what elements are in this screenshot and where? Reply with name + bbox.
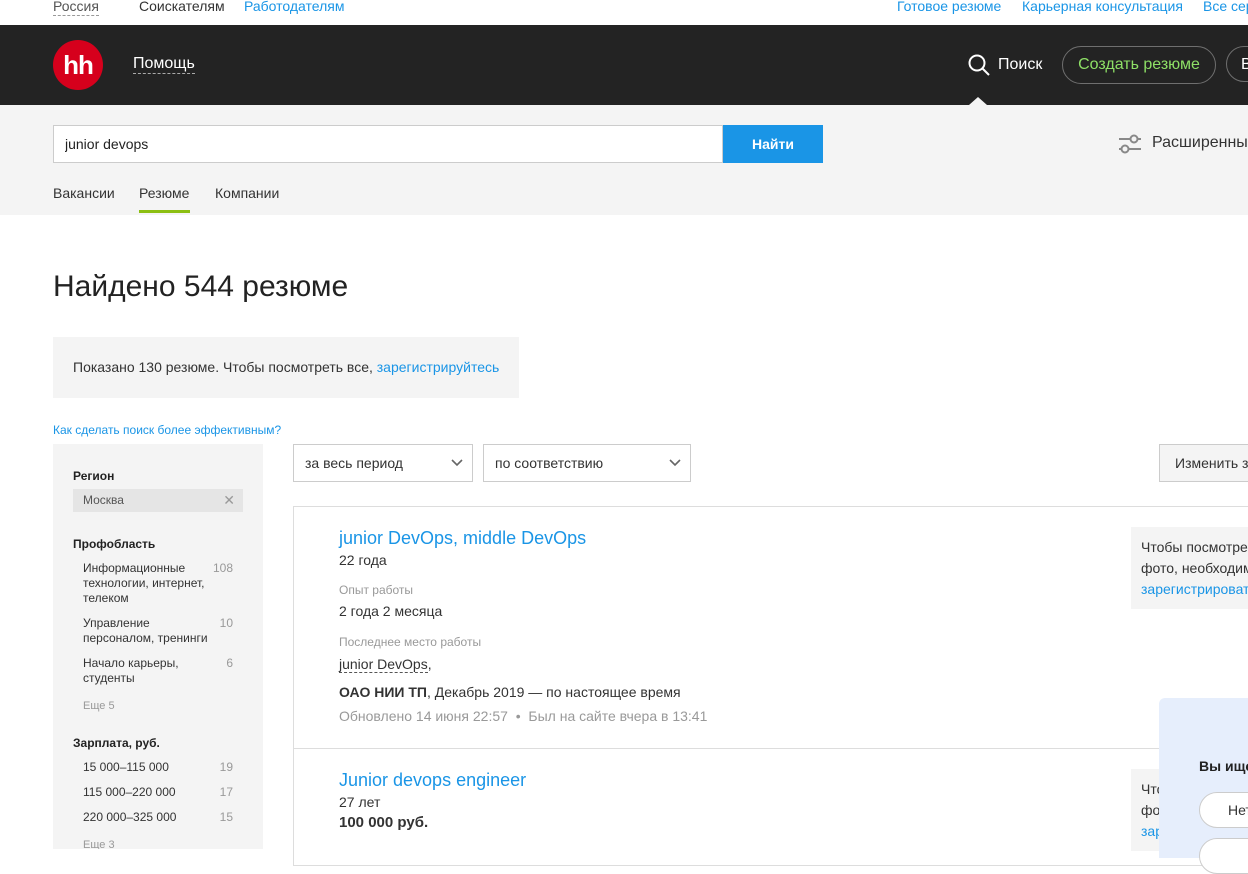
job-search-popup: Вы ище Нет (1159, 698, 1248, 874)
advanced-search-link[interactable]: Расширенны (1118, 131, 1248, 155)
tab-vacancies[interactable]: Вакансии (53, 184, 115, 202)
advanced-search-label: Расширенны (1152, 134, 1248, 151)
results-count-title: Найдено 544 резюме (53, 270, 349, 303)
career-consult-link[interactable]: Карьерная консультация (1022, 0, 1183, 15)
register-link[interactable]: зарегистрируйтесь (377, 359, 500, 375)
region-selector[interactable]: Россия (53, 0, 99, 16)
resume-meta: Обновлено 14 июня 22:57 • Был на сайте в… (339, 708, 708, 724)
resume-title-link[interactable]: Junior devops engineer (339, 769, 526, 791)
help-link[interactable]: Помощь (133, 55, 195, 74)
sort-dropdown[interactable]: по соответствию (483, 444, 691, 482)
salary-more-link[interactable]: Еще 3 (83, 839, 115, 849)
experience-label: Опыт работы (339, 583, 414, 597)
photo-note-line: Чтобы посмотре (1141, 539, 1248, 555)
period-dropdown-value: за весь период (305, 455, 403, 471)
region-filter-title: Регион (73, 469, 115, 483)
resume-salary: 100 000 руб. (339, 814, 429, 831)
salary-item-count: 17 (219, 785, 233, 799)
main-header: hh Помощь Поиск Создать резюме В (0, 25, 1248, 105)
region-chip-label: Москва (83, 493, 124, 507)
search-panel: Найти Расширенны Вакансии Резюме Компани… (0, 105, 1248, 215)
resume-age: 22 года (339, 552, 387, 568)
prof-filter-title: Профобласть (73, 537, 156, 551)
last-job-position: junior DevOps, (339, 656, 432, 673)
sliders-icon (1119, 134, 1141, 154)
registration-notice: Показано 130 резюме. Чтобы посмотреть вс… (53, 337, 519, 398)
all-services-link[interactable]: Все сер (1203, 0, 1248, 15)
seekers-link[interactable]: Соискателям (139, 0, 225, 15)
results-divider (293, 748, 1248, 749)
prof-item[interactable]: Информационные технологии, интернет, тел… (83, 561, 213, 606)
tab-companies[interactable]: Компании (215, 184, 279, 202)
resume-age: 27 лет (339, 794, 381, 810)
resume-title-link[interactable]: junior DevOps, middle DevOps (339, 527, 586, 549)
create-resume-button[interactable]: Создать резюме (1062, 46, 1216, 84)
salary-item[interactable]: 15 000–115 000 (83, 760, 213, 775)
employment-period: , Декабрь 2019 — по настоящее время (427, 684, 681, 700)
login-button[interactable]: В (1226, 46, 1248, 82)
ready-resume-link[interactable]: Готовое резюме (897, 0, 1001, 15)
prof-item-count: 10 (219, 616, 233, 630)
search-input[interactable] (53, 125, 723, 163)
salary-item[interactable]: 115 000–220 000 (83, 785, 213, 800)
register-link[interactable]: зарегистрироват (1141, 579, 1248, 600)
company-name: ОАО НИИ ТП (339, 684, 427, 700)
last-job-label: Последнее место работы (339, 635, 482, 649)
prof-item[interactable]: Управление персоналом, тренинги (83, 616, 213, 646)
chevron-down-icon (669, 459, 681, 467)
photo-register-note: Чтобы посмотре фото, необходим зарегистр… (1131, 527, 1248, 609)
last-job-position-toggle[interactable]: junior DevOps (339, 656, 428, 673)
salary-filter-title: Зарплата, руб. (73, 736, 160, 750)
find-button[interactable]: Найти (723, 125, 823, 163)
active-nav-pointer (969, 97, 987, 105)
filters-sidebar: Регион Москва ✕ Профобласть Информационн… (53, 444, 263, 849)
search-tips-link[interactable]: Как сделать поиск более эффективным? (53, 423, 281, 437)
region-chip[interactable]: Москва ✕ (73, 489, 243, 512)
prof-item-count: 108 (212, 561, 233, 575)
popup-title: Вы ище (1199, 758, 1248, 774)
updated-time: Обновлено 14 июня 22:57 (339, 708, 508, 724)
hh-logo[interactable]: hh (53, 40, 103, 90)
chevron-down-icon (451, 459, 463, 467)
change-search-button[interactable]: Изменить з (1159, 444, 1248, 482)
top-navigation: Россия Соискателям Работодателям Готовое… (0, 0, 1248, 25)
tab-resumes[interactable]: Резюме (139, 184, 189, 202)
experience-value: 2 года 2 месяца (339, 603, 443, 619)
period-dropdown[interactable]: за весь период (293, 444, 473, 482)
prof-item[interactable]: Начало карьеры, студенты (83, 656, 213, 686)
last-online: Был на сайте вчера в 13:41 (528, 708, 708, 724)
search-nav-label: Поиск (998, 56, 1043, 73)
sort-dropdown-value: по соответствию (495, 455, 604, 471)
employers-link[interactable]: Работодателям (244, 0, 345, 15)
close-icon[interactable]: ✕ (223, 489, 235, 512)
prof-more-link[interactable]: Еще 5 (83, 700, 115, 713)
popup-second-button[interactable] (1199, 838, 1248, 874)
salary-item-count: 15 (219, 810, 233, 824)
last-job-company-line: ОАО НИИ ТП, Декабрь 2019 — по настоящее … (339, 683, 681, 701)
salary-item[interactable]: 220 000–325 000 (83, 810, 213, 825)
notice-text: Показано 130 резюме. Чтобы посмотреть вс… (73, 358, 499, 376)
search-icon (968, 54, 990, 76)
popup-no-button[interactable]: Нет (1199, 792, 1248, 828)
salary-item-count: 19 (219, 760, 233, 774)
photo-note-line: фото, необходим (1141, 560, 1248, 576)
active-tab-indicator (139, 210, 190, 213)
notice-message: Показано 130 резюме. Чтобы посмотреть вс… (73, 359, 377, 375)
prof-item-count: 6 (226, 656, 233, 670)
